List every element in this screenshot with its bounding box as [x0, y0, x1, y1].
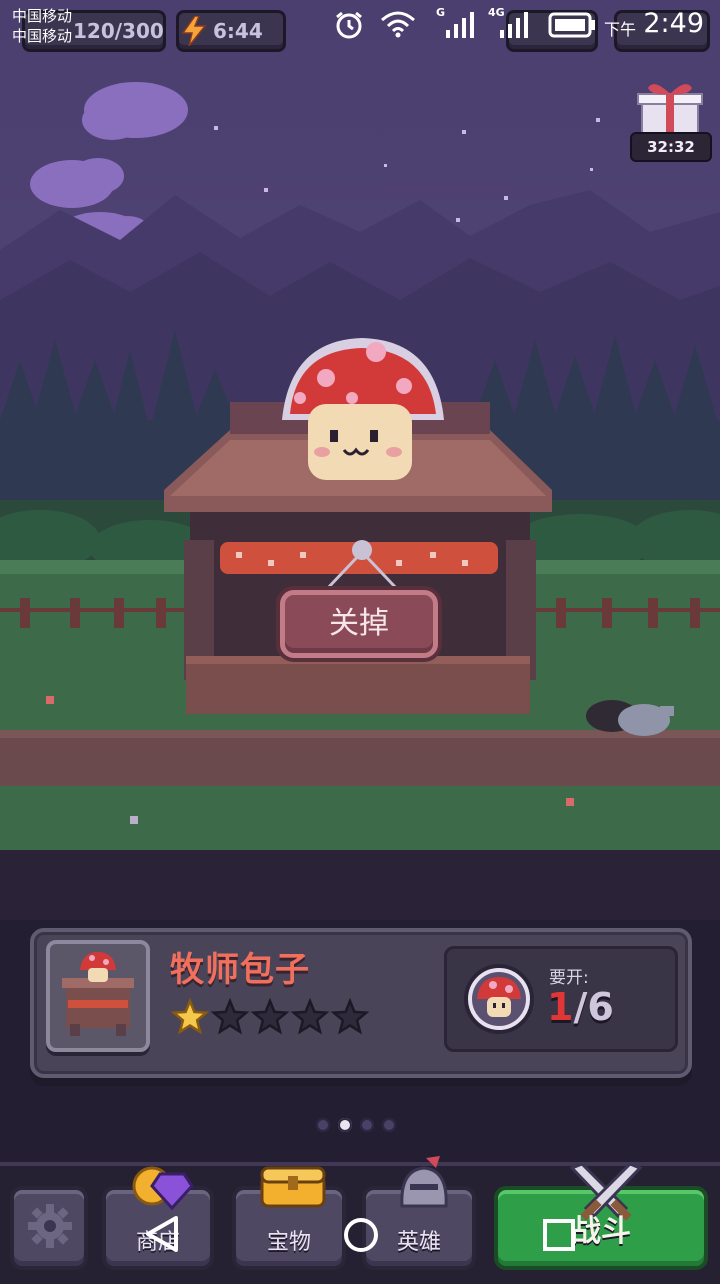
- hero-name: 牧师包子: [170, 950, 310, 990]
- star-empty-icon: [210, 998, 250, 1035]
- energy-value: 120/300: [73, 19, 164, 43]
- nav-treasure-button[interactable]: 宝物: [232, 1166, 346, 1270]
- hero-info-panel: 牧师包子 要开: 1/6: [30, 928, 692, 1078]
- nav-treasure-label: 宝物: [266, 1230, 311, 1255]
- carrier-label-1: 中国移动: [12, 7, 73, 25]
- unlock-progress-box: 要开: 1/6: [444, 946, 678, 1052]
- gear-icon: [28, 1204, 72, 1248]
- status-bar: 120/300 6:44 中国移动 中国移动 G 4G 下午 2:49: [0, 0, 720, 56]
- carrier-label-2: 中国移动: [12, 27, 73, 45]
- battle-button[interactable]: 战斗: [494, 1164, 708, 1270]
- settings-button[interactable]: [10, 1186, 88, 1270]
- clock-time: 2:49: [643, 8, 704, 39]
- game-scene: [0, 0, 720, 920]
- timer-counter[interactable]: 6:44: [176, 10, 286, 52]
- gift-timer: 32:32: [630, 132, 712, 162]
- page-dot[interactable]: [382, 1118, 396, 1132]
- battle-label: 战斗: [571, 1214, 631, 1249]
- signal-icon: [446, 12, 474, 38]
- treasure-icon: [260, 1166, 326, 1208]
- timer-value: 6:44: [213, 19, 263, 43]
- stall-thumbnail[interactable]: [46, 940, 150, 1052]
- mushroom-hero-icon: [464, 964, 534, 1034]
- time-period: 下午: [603, 20, 636, 39]
- star-empty-icon: [290, 998, 330, 1035]
- knight-helmet-icon: [400, 1156, 448, 1208]
- close-stall-button[interactable]: 关掉: [280, 590, 438, 658]
- star-filled-icon: [170, 998, 210, 1035]
- unlock-current: 1: [547, 985, 574, 1029]
- page-indicator: [316, 1118, 406, 1136]
- recents-key-icon[interactable]: [542, 1218, 576, 1252]
- lightning-icon: [181, 16, 207, 46]
- nav-heroes-label: 英雄: [396, 1230, 441, 1255]
- stall-thumb-icon: [62, 952, 134, 1036]
- battery-icon: [548, 12, 595, 38]
- page-dot[interactable]: [360, 1118, 374, 1132]
- star-empty-icon: [330, 998, 370, 1035]
- star-empty-icon: [250, 998, 290, 1035]
- back-key-icon[interactable]: [144, 1214, 180, 1254]
- page-dot[interactable]: [316, 1118, 330, 1132]
- gift-icon: [637, 84, 703, 137]
- signal-icon-2: [500, 12, 528, 38]
- star-rating: [170, 998, 370, 1035]
- bottom-nav: 商店 宝物 英雄 战斗: [0, 1156, 720, 1284]
- page-dot[interactable]: [338, 1118, 352, 1132]
- gift-box[interactable]: 32:32: [628, 78, 712, 162]
- home-key-icon[interactable]: [342, 1216, 380, 1254]
- wifi-icon: [381, 11, 415, 38]
- alarm-icon: [336, 11, 362, 39]
- gem-coin-icon: [132, 1166, 194, 1211]
- unlock-count: 1/6: [547, 985, 614, 1029]
- unlock-total: /6: [573, 985, 614, 1029]
